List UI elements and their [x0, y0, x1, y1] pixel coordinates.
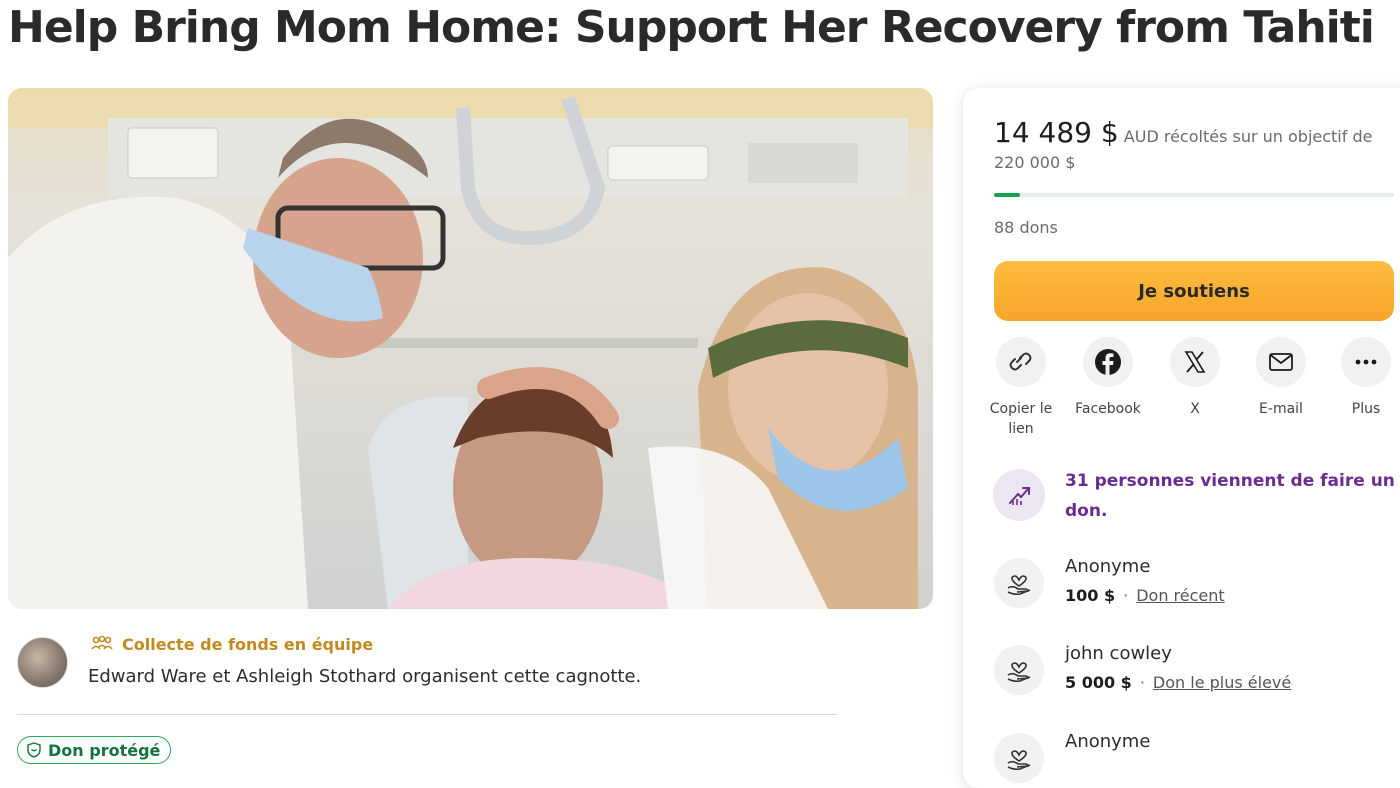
donor-tag-link[interactable]: Don récent — [1136, 586, 1224, 605]
donate-button[interactable]: Je soutiens — [994, 261, 1394, 321]
protected-donation-badge[interactable]: Don protégé — [17, 736, 172, 764]
organizer-avatar[interactable] — [17, 637, 68, 688]
raised-suffix: AUD récoltés sur un objectif de — [1123, 127, 1373, 146]
raised-amount: 14 489 $ — [994, 116, 1119, 149]
shield-icon — [27, 742, 41, 758]
facebook-icon — [1095, 349, 1121, 375]
share-facebook-circle[interactable] — [1083, 337, 1133, 387]
share-email-circle[interactable] — [1256, 337, 1306, 387]
protected-label: Don protégé — [48, 740, 161, 760]
team-fundraiser-label: Collecte de fonds en équipe — [122, 634, 374, 654]
more-icon — [1355, 359, 1377, 365]
donor-name: Anonyme — [1065, 731, 1151, 752]
heart-hand-icon — [994, 645, 1044, 695]
progress-bar-fill — [994, 193, 1021, 197]
heart-hand-icon — [994, 733, 1044, 783]
share-label: Facebook — [1075, 401, 1141, 417]
share-label: Plus — [1351, 401, 1381, 417]
separator-dot: · — [1139, 673, 1145, 692]
share-facebook[interactable]: Facebook — [1065, 337, 1151, 419]
heart-hand-icon — [994, 558, 1044, 608]
team-fundraiser-line: Collecte de fonds en équipe — [90, 634, 373, 654]
hospital-photo-illustration — [8, 88, 933, 609]
trending-icon — [993, 469, 1045, 521]
share-email[interactable]: E-mail — [1238, 337, 1324, 419]
share-more[interactable]: Plus — [1323, 337, 1400, 419]
divider — [17, 714, 837, 715]
donor-amount: 100 $ — [1065, 586, 1116, 605]
x-icon — [1184, 351, 1206, 373]
share-copy-link-circle[interactable] — [996, 337, 1046, 387]
donor-name: Anonyme — [1065, 556, 1151, 577]
share-x[interactable]: X — [1152, 337, 1238, 419]
progress-bar — [994, 193, 1394, 197]
mail-icon — [1269, 353, 1293, 371]
team-icon — [91, 635, 113, 650]
link-icon — [1009, 352, 1032, 371]
goal-amount: 220 000 $ — [994, 153, 1076, 172]
recent-donations-text: 31 personnes viennent de faire un don. — [1065, 471, 1395, 521]
page-title: Help Bring Mom Home: Support Her Recover… — [8, 2, 1375, 53]
share-x-circle[interactable] — [1170, 337, 1220, 387]
donor-details: 5 000 $ · Don le plus élevé — [1065, 673, 1291, 692]
amount-raised: 14 489 $ AUD récoltés sur un objectif de… — [994, 116, 1374, 176]
donor-tag-link[interactable]: Don le plus élevé — [1153, 673, 1291, 692]
share-copy-link[interactable]: Copier le lien — [978, 337, 1064, 439]
share-label: Copier le lien — [989, 401, 1053, 437]
share-label: E-mail — [1259, 401, 1303, 417]
donor-amount: 5 000 $ — [1065, 673, 1132, 692]
separator-dot: · — [1123, 586, 1129, 605]
donor-details: 100 $ · Don récent — [1065, 586, 1225, 605]
donor-name: john cowley — [1065, 643, 1172, 664]
share-label: X — [1190, 401, 1200, 417]
organizer-text: Edward Ware et Ashleigh Stothard organis… — [88, 666, 642, 687]
campaign-photo[interactable] — [8, 88, 933, 609]
share-more-circle[interactable] — [1341, 337, 1391, 387]
donations-count: 88 dons — [994, 218, 1058, 237]
